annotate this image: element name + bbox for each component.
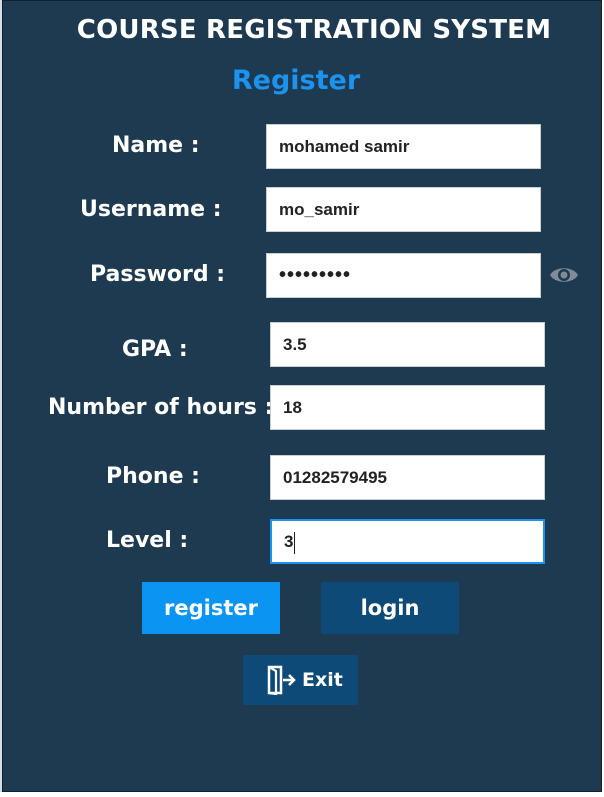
hours-input[interactable]: 18: [270, 385, 545, 430]
exit-door-icon: [267, 665, 296, 695]
window-bottom-edge: [0, 792, 604, 797]
hours-label: Number of hours :: [48, 395, 274, 420]
level-value: 3: [284, 532, 294, 551]
text-caret: [294, 531, 296, 554]
page-title: Register: [231, 65, 361, 96]
username-label: Username :: [80, 197, 222, 222]
app-title: COURSE REGISTRATION SYSTEM: [76, 15, 552, 45]
password-label: Password :: [90, 262, 226, 287]
username-input[interactable]: mo_samir: [266, 187, 541, 232]
level-label: Level :: [106, 528, 189, 553]
level-input[interactable]: 3: [270, 519, 545, 564]
login-button[interactable]: login: [321, 582, 459, 634]
password-input[interactable]: •••••••••: [266, 253, 541, 298]
register-button[interactable]: register: [142, 582, 280, 634]
gpa-label: GPA :: [122, 337, 188, 362]
eye-icon[interactable]: [549, 262, 579, 288]
name-input[interactable]: mohamed samir: [266, 124, 541, 169]
phone-label: Phone :: [106, 464, 200, 489]
exit-button[interactable]: Exit: [243, 655, 358, 705]
phone-input[interactable]: 01282579495: [270, 455, 545, 500]
gpa-input[interactable]: 3.5: [270, 322, 545, 367]
exit-label: Exit: [302, 669, 343, 691]
name-label: Name :: [112, 133, 200, 158]
